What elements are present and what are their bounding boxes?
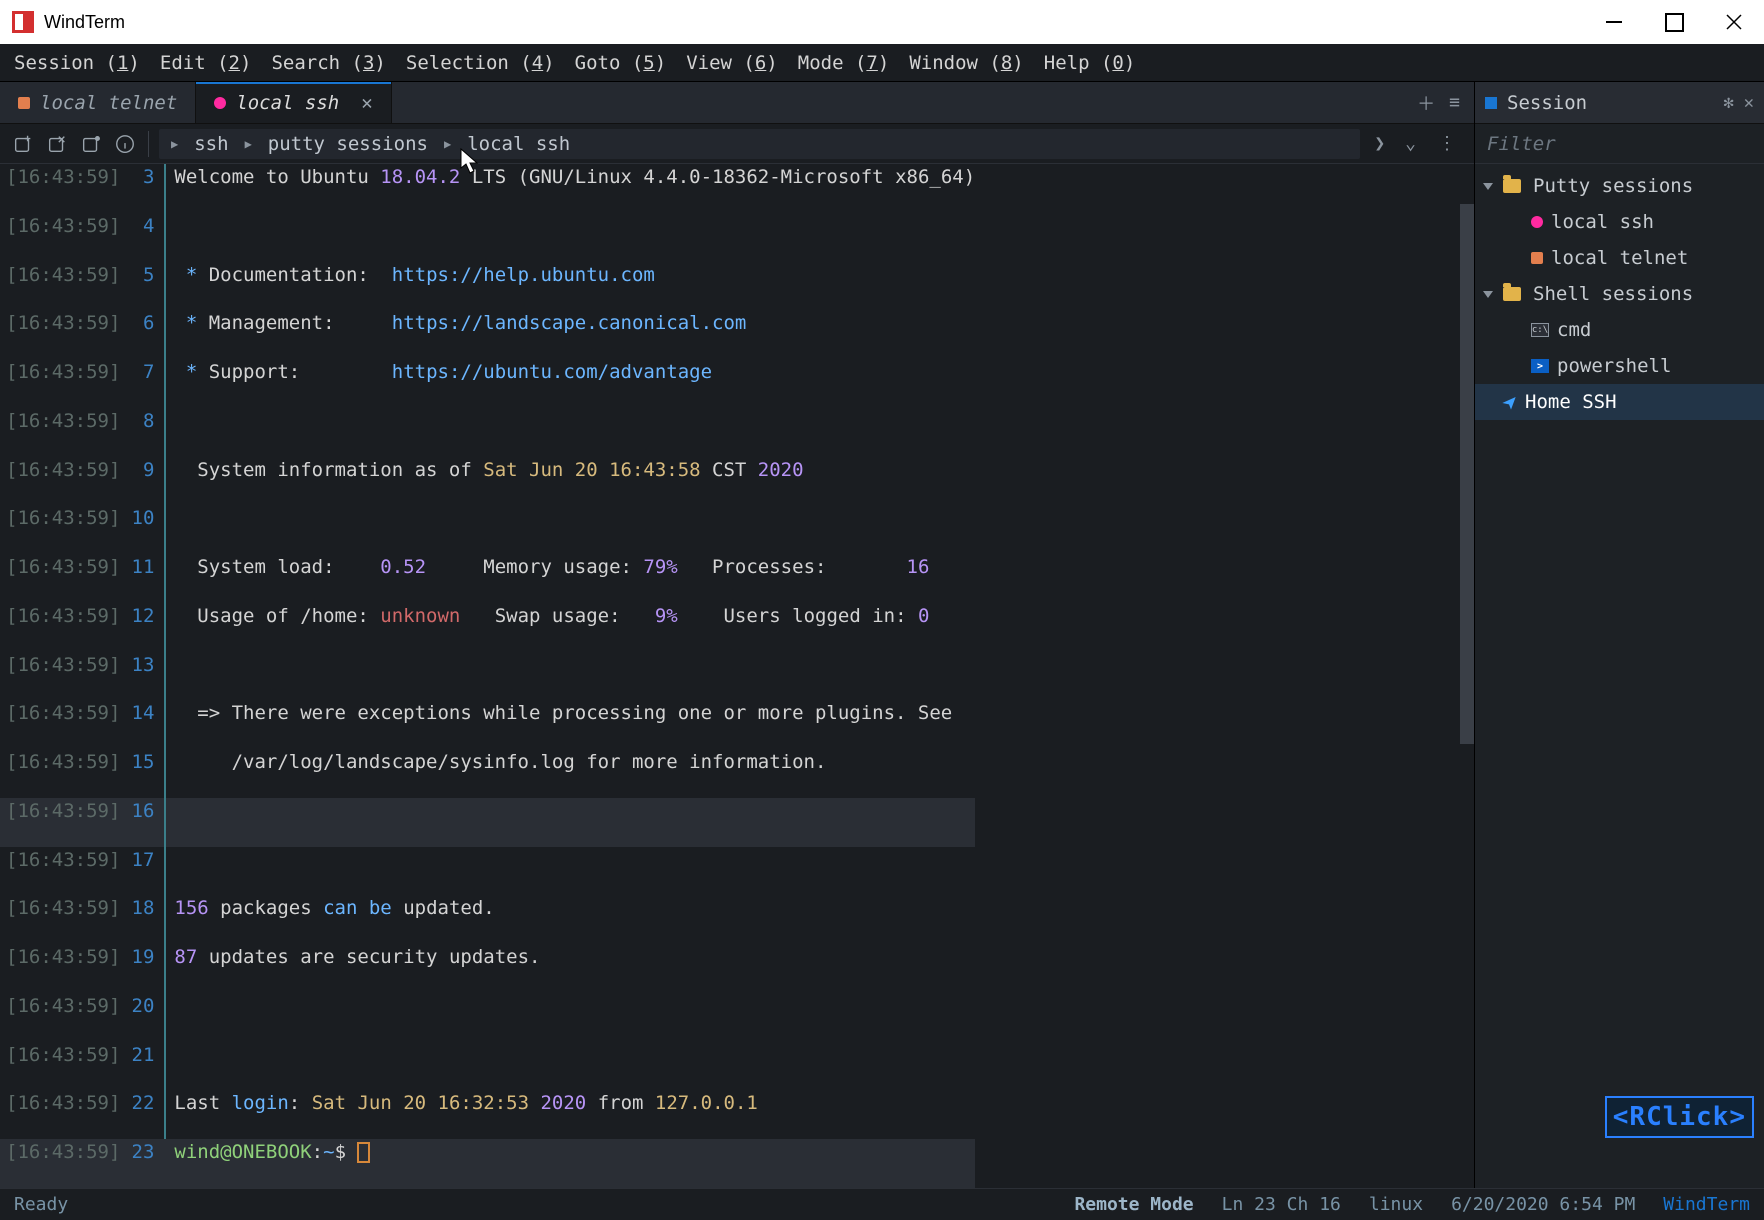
session-panel: Session ✻ ✕ Filter Putty sessions local … <box>1474 82 1764 1188</box>
menu-session[interactable]: Session (1) <box>8 48 146 78</box>
session-panel-title: Session <box>1507 92 1714 114</box>
terminal-view[interactable]: [16:43:59] 3 Welcome to Ubuntu 18.04.2 L… <box>0 164 1474 1188</box>
terminal-cursor <box>357 1142 370 1163</box>
window-titlebar: WindTerm <box>0 0 1764 44</box>
paper-plane-icon <box>1501 394 1517 410</box>
breadcrumb-arrow-icon: ▶ <box>171 137 178 151</box>
tab-label: local telnet <box>40 92 177 114</box>
menu-help[interactable]: Help (0) <box>1038 48 1142 78</box>
session-panel-icon <box>1485 97 1497 109</box>
app-icon <box>12 11 34 33</box>
breadcrumb-item[interactable]: local ssh <box>467 133 570 155</box>
status-mode: Remote Mode <box>1074 1194 1193 1215</box>
history-forward-icon[interactable]: ❯ <box>1368 133 1391 154</box>
status-cursor-pos: Ln 23 Ch 16 <box>1222 1194 1341 1215</box>
tab-local-telnet[interactable]: local telnet <box>0 82 196 123</box>
menu-window[interactable]: Window (8) <box>903 48 1029 78</box>
breadcrumb-arrow-icon: ▶ <box>444 137 451 151</box>
scrollbar[interactable] <box>1460 204 1474 744</box>
more-icon[interactable]: ⋮ <box>1430 133 1464 154</box>
tree-group-shell-sessions[interactable]: Shell sessions <box>1475 276 1764 312</box>
session-filter-input[interactable]: Filter <box>1475 124 1764 164</box>
tab-indicator-icon <box>18 97 30 109</box>
menu-search[interactable]: Search (3) <box>265 48 391 78</box>
panel-close-icon[interactable]: ✕ <box>1744 93 1754 113</box>
tab-local-ssh[interactable]: local ssh ✕ <box>196 82 391 123</box>
menu-edit[interactable]: Edit (2) <box>154 48 258 78</box>
info-icon[interactable] <box>112 131 138 157</box>
tab-list-icon[interactable]: ≡ <box>1449 92 1460 113</box>
session-panel-header: Session ✻ ✕ <box>1475 82 1764 124</box>
tree-item-local-ssh[interactable]: local ssh <box>1475 204 1764 240</box>
menu-view[interactable]: View (6) <box>680 48 784 78</box>
status-brand: WindTerm <box>1663 1194 1750 1215</box>
cmd-icon: c:\ <box>1531 323 1549 337</box>
duplicate-session-icon[interactable] <box>78 131 104 157</box>
expand-arrow-icon <box>1483 291 1493 298</box>
tab-label: local ssh <box>236 92 339 114</box>
breadcrumb-arrow-icon: ▶ <box>245 137 252 151</box>
session-dot-icon <box>1531 252 1543 264</box>
menu-goto[interactable]: Goto (5) <box>569 48 673 78</box>
menu-mode[interactable]: Mode (7) <box>792 48 896 78</box>
rclick-hint-overlay: <RClick> <box>1605 1096 1754 1138</box>
expand-arrow-icon <box>1483 183 1493 190</box>
app-title: WindTerm <box>44 12 125 33</box>
tab-close-icon[interactable]: ✕ <box>361 92 372 114</box>
breadcrumb[interactable]: ▶ ssh ▶ putty sessions ▶ local ssh <box>159 129 1360 159</box>
window-maximize-button[interactable] <box>1644 0 1704 44</box>
powershell-icon: > <box>1531 359 1549 373</box>
folder-icon <box>1503 287 1521 301</box>
new-session-icon[interactable] <box>10 131 36 157</box>
folder-icon <box>1503 179 1521 193</box>
status-os: linux <box>1369 1194 1423 1215</box>
session-dot-icon <box>1531 216 1543 228</box>
timestamp: [16:43:59] <box>0 164 120 213</box>
status-ready: Ready <box>14 1194 68 1215</box>
session-tree: Putty sessions local ssh local telnet Sh… <box>1475 164 1764 1188</box>
breadcrumb-item[interactable]: putty sessions <box>268 133 428 155</box>
tab-bar: local telnet local ssh ✕ ＋ ≡ <box>0 82 1474 124</box>
history-dropdown-icon[interactable]: ⌄ <box>1399 133 1422 154</box>
tree-item-local-telnet[interactable]: local telnet <box>1475 240 1764 276</box>
tree-item-cmd[interactable]: c:\ cmd <box>1475 312 1764 348</box>
tree-group-putty-sessions[interactable]: Putty sessions <box>1475 168 1764 204</box>
breadcrumb-item[interactable]: ssh <box>194 133 228 155</box>
session-toolbar: ▶ ssh ▶ putty sessions ▶ local ssh ❯ ⌄ ⋮ <box>0 124 1474 164</box>
status-time: 6/20/2020 6:54 PM <box>1451 1194 1635 1215</box>
close-session-icon[interactable] <box>44 131 70 157</box>
status-bar: Ready Remote Mode Ln 23 Ch 16 linux 6/20… <box>0 1188 1764 1220</box>
panel-settings-icon[interactable]: ✻ <box>1724 93 1734 113</box>
new-tab-icon[interactable]: ＋ <box>1417 90 1435 116</box>
tree-item-powershell[interactable]: > powershell <box>1475 348 1764 384</box>
tree-item-home-ssh[interactable]: Home SSH <box>1475 384 1764 420</box>
tab-indicator-icon <box>214 97 226 109</box>
menu-bar: Session (1) Edit (2) Search (3) Selectio… <box>0 44 1764 82</box>
window-close-button[interactable] <box>1704 0 1764 44</box>
menu-selection[interactable]: Selection (4) <box>400 48 561 78</box>
window-minimize-button[interactable] <box>1584 0 1644 44</box>
line-number: 3 <box>120 164 164 213</box>
